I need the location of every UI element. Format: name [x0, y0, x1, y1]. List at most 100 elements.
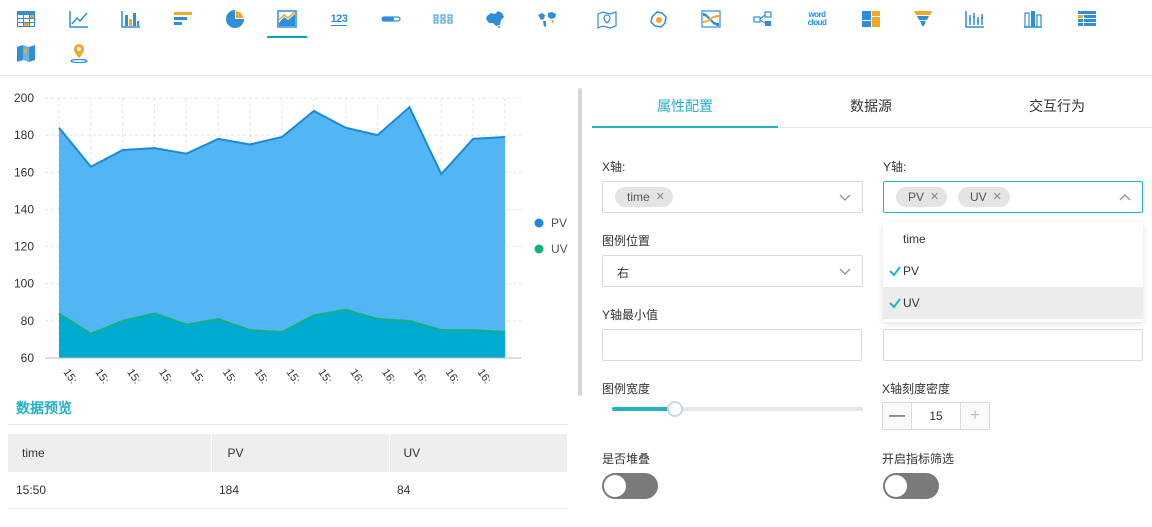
option-label: UV	[903, 296, 920, 310]
data-preview-table: time PV UV 15:50 184 84	[8, 434, 568, 509]
y-axis-chip-pv: PV ✕	[896, 187, 948, 207]
chip-remove-icon[interactable]: ✕	[656, 187, 665, 207]
column-header-time: time	[8, 434, 212, 472]
legend-position-select[interactable]: 右	[602, 255, 863, 287]
y-min-input[interactable]	[602, 329, 862, 361]
word-cloud-icon[interactable]: word cloud	[801, 2, 833, 36]
table-chart-icon[interactable]	[10, 2, 42, 36]
dropdown-option-time[interactable]: time	[883, 223, 1143, 255]
y-min-label: Y轴最小值	[602, 308, 659, 322]
x-tick-label: 15:	[188, 367, 207, 386]
y-tick-label: 160	[14, 165, 34, 179]
x-tick-label: 16:	[475, 367, 494, 386]
chip-remove-icon[interactable]: ✕	[993, 187, 1002, 207]
y-axis-dropdown: time PV UV	[883, 222, 1143, 322]
location-pin-icon[interactable]	[63, 36, 95, 70]
cell-time: 15:50	[8, 472, 211, 509]
legend-position-label: 图例位置	[602, 234, 651, 248]
increment-button[interactable]: +	[961, 403, 989, 429]
funnel-icon[interactable]	[907, 2, 939, 36]
dropdown-option-uv[interactable]: UV	[883, 287, 1143, 319]
tab-data-source[interactable]: 数据源	[778, 88, 964, 128]
3d-map-icon[interactable]	[10, 36, 42, 70]
number-card-icon[interactable]: 123	[323, 2, 355, 36]
dropdown-option-pv[interactable]: PV	[883, 255, 1143, 287]
ticker-icon[interactable]	[427, 2, 459, 36]
x-tick-label: 16:	[347, 367, 366, 386]
area-chart-icon[interactable]	[267, 2, 307, 38]
y-tick-label: 140	[14, 202, 34, 216]
hidden-field-input[interactable]	[883, 329, 1143, 361]
metric-filter-label: 开启指标筛选	[882, 452, 955, 466]
treemap-icon[interactable]	[855, 2, 887, 36]
check-icon	[889, 266, 901, 277]
y-tick-label: 200	[14, 91, 34, 105]
pivot-table-icon[interactable]	[1071, 2, 1103, 36]
legend-label-pv: PV	[551, 216, 567, 230]
legend-label-uv: UV	[551, 242, 568, 256]
legend-width-label: 图例宽度	[602, 382, 651, 396]
legend-marker-pv	[534, 218, 544, 228]
x-axis-select[interactable]: time ✕	[602, 181, 863, 213]
tab-interaction[interactable]: 交互行为	[964, 88, 1150, 128]
x-tick-label: 15:	[252, 367, 271, 386]
chip-label: PV	[908, 190, 925, 204]
tab-properties[interactable]: 属性配置	[592, 88, 778, 128]
metric-filter-toggle[interactable]	[883, 473, 939, 499]
cell-pv: 184	[211, 472, 389, 509]
column-header-uv: UV	[389, 434, 568, 472]
x-tick-label: 16:	[379, 367, 398, 386]
bar-chart-icon[interactable]	[115, 2, 147, 36]
area-chart-svg: 60 80 100 120 140 160 180 200 15: 15: 15: 15: 15: 15:…	[14, 91, 568, 386]
x-tick-label: 15:	[61, 367, 80, 386]
y-axis-chip-uv: UV ✕	[958, 187, 1010, 207]
cell-uv: 84	[389, 472, 568, 509]
line-chart-icon[interactable]	[63, 2, 95, 36]
chip-label: UV	[970, 190, 987, 204]
preview-divider	[8, 424, 568, 425]
relation-graph-icon[interactable]	[747, 2, 779, 36]
chip-remove-icon[interactable]: ✕	[930, 187, 939, 207]
y-tick-label: 120	[14, 240, 34, 254]
config-tabs: 属性配置 数据源 交互行为	[592, 88, 1152, 128]
bar-list-icon[interactable]	[1017, 2, 1049, 36]
y-tick-label: 60	[21, 351, 35, 365]
x-tick-density-value[interactable]: 15	[911, 403, 961, 429]
chart-type-toolbar: 123 word cloud	[0, 0, 1152, 76]
slider-fill	[612, 407, 675, 411]
x-tick-label: 15:	[284, 367, 303, 386]
number-card-label: 123	[330, 12, 348, 26]
toggle-knob	[604, 475, 626, 497]
stack-label: 是否堆叠	[602, 452, 651, 466]
boxplot-icon[interactable]	[959, 2, 991, 36]
panel-splitter[interactable]	[578, 88, 582, 396]
data-preview-title: 数据预览	[16, 400, 72, 416]
pie-chart-icon[interactable]	[219, 2, 251, 36]
slider-handle[interactable]	[666, 401, 683, 417]
table-row: 15:50 184 84	[8, 472, 568, 509]
y-tick-label: 180	[14, 128, 34, 142]
china-map-icon[interactable]	[479, 2, 511, 36]
word-cloud-label: word cloud	[808, 11, 827, 27]
region-map-icon[interactable]	[643, 2, 675, 36]
option-label: PV	[903, 264, 920, 278]
legend-width-slider[interactable]	[612, 401, 863, 417]
y-tick-label: 80	[21, 314, 35, 328]
y-axis-select[interactable]: PV ✕ UV ✕	[883, 181, 1143, 213]
decrement-button[interactable]: —	[883, 403, 911, 429]
chip-label: time	[627, 190, 650, 204]
chart-legend[interactable]: PV UV	[534, 216, 568, 256]
sankey-icon[interactable]	[695, 2, 727, 36]
chevron-down-icon	[839, 268, 851, 275]
world-map-icon[interactable]	[531, 2, 563, 36]
area-chart: 60 80 100 120 140 160 180 200 15: 15: 15: 15: 15: 15:…	[0, 80, 575, 395]
y-tick-label: 100	[14, 277, 34, 291]
x-tick-density-label: X轴刻度密度	[882, 382, 951, 396]
x-tick-label: 15:	[220, 367, 239, 386]
horizontal-bar-icon[interactable]	[167, 2, 199, 36]
check-icon	[889, 298, 901, 309]
x-tick-label: 15:	[92, 367, 111, 386]
stack-toggle[interactable]	[602, 473, 658, 499]
progress-bar-icon[interactable]	[375, 2, 407, 36]
map-location-icon[interactable]	[591, 2, 623, 36]
